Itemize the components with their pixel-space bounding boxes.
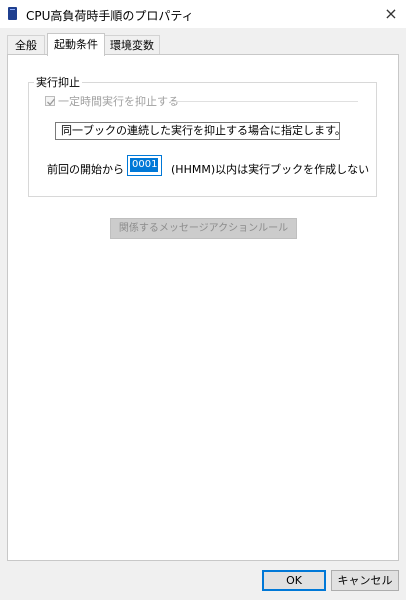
tab-environment-variables[interactable]: 環境変数 [104,35,160,56]
tab-startup-conditions[interactable]: 起動条件 [47,33,105,56]
checkbox-group-divider [170,101,358,102]
related-message-action-rule-button[interactable]: 関係するメッセージアクションルール [110,218,297,239]
start-interval-label: 前回の開始から [47,163,124,176]
suppress-checkbox[interactable] [45,96,56,106]
group-legend: 実行抑止 [34,74,82,90]
tab-general[interactable]: 全般 [7,35,45,56]
ok-button[interactable]: OK [262,570,326,591]
description-field: 同一ブックの連続した実行を抑止する場合に指定します。 [55,122,340,140]
window-title: CPU高負荷時手順のプロパティ [26,9,194,23]
checkmark-icon [47,98,56,106]
suppress-checkbox-label: 一定時間実行を抑止する [58,93,181,109]
title-bar: CPU高負荷時手順のプロパティ × [0,0,406,28]
time-input-value: 0001 [130,158,158,172]
book-icon [8,7,17,20]
time-unit-label: (HHMM)以内は実行ブックを作成しない [171,163,370,176]
close-button[interactable]: × [376,0,406,28]
cancel-button[interactable]: キャンセル [331,570,399,591]
time-input[interactable]: 0001 [127,155,162,176]
